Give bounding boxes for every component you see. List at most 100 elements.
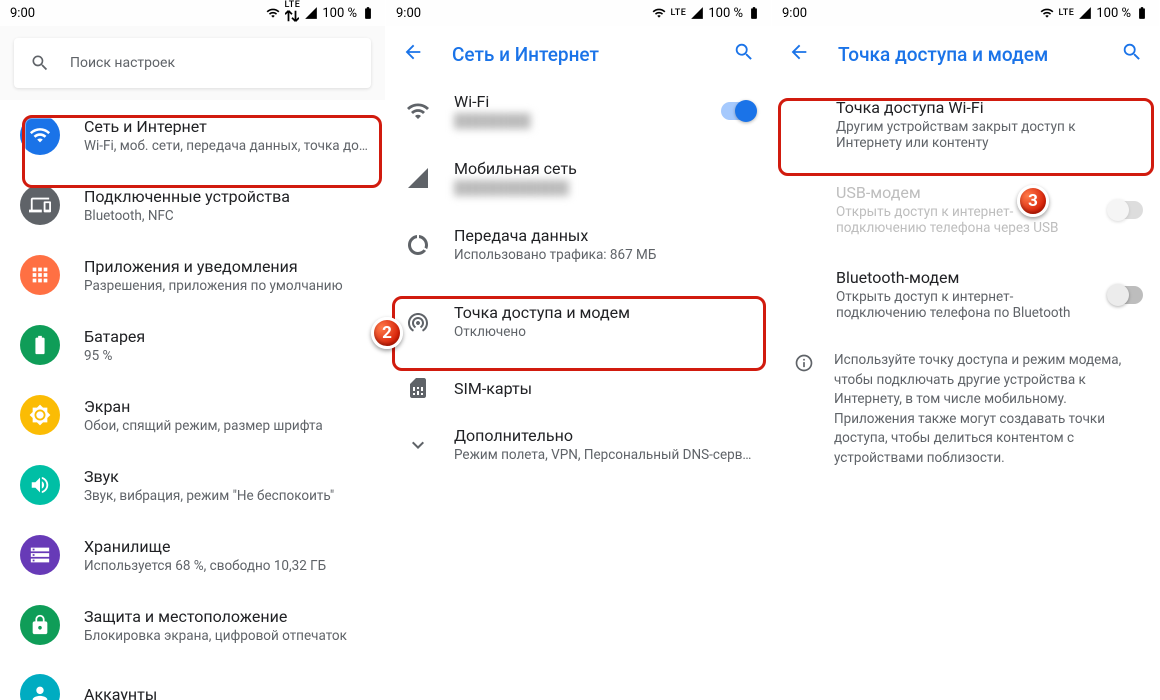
bt-toggle[interactable]: [1109, 286, 1143, 304]
sound-icon: [29, 474, 51, 496]
row-title: Bluetooth-модем: [836, 268, 1085, 287]
row-sub: 95 %: [84, 348, 369, 364]
signal-icon: [406, 166, 430, 190]
row-sub: Отключено: [454, 324, 755, 340]
row-title: Передача данных: [454, 226, 755, 245]
row-sub: Использовано трафика: 867 МБ: [454, 247, 755, 263]
row-storage[interactable]: ХранилищеИспользуется 68 %, свободно 10,…: [0, 520, 385, 590]
row-title: Мобильная сеть: [454, 159, 755, 178]
row-accounts[interactable]: Аккаунты: [0, 660, 385, 700]
battery-icon: [361, 6, 375, 20]
status-icons: LTE 100 %: [652, 6, 761, 21]
tip-row: Используйте точку доступа и режим модема…: [772, 337, 1159, 482]
row-title: Экран: [84, 397, 369, 416]
row-mobile[interactable]: Мобильная сеть ████████████: [386, 149, 771, 216]
row-hotspot[interactable]: Точка доступа и модем Отключено: [386, 283, 771, 360]
row-battery[interactable]: Батарея95 %: [0, 310, 385, 380]
row-sub: Bluetooth, NFC: [84, 208, 369, 224]
row-title: Звук: [84, 467, 369, 486]
clock: 9:00: [396, 6, 421, 21]
network-screen: 9:00 LTE 100 % Сеть и Интернет Wi-Fi ████…: [386, 0, 772, 700]
search-icon: [30, 53, 50, 73]
row-title: Wi-Fi: [454, 92, 697, 111]
settings-list: Сеть и Интернет Wi-Fi, моб. сети, передач…: [0, 100, 385, 700]
storage-icon: [29, 544, 51, 566]
account-icon: [29, 683, 51, 700]
row-usb-tethering: USB-модем Открыть доступ к интернет-подк…: [772, 167, 1159, 252]
status-icons: LTE 100 %: [1040, 6, 1149, 21]
page-header: Точка доступа и модем: [772, 26, 1159, 82]
row-apps[interactable]: Приложения и уведомления Разрешения, прил…: [0, 240, 385, 310]
tip-text: Используйте точку доступа и режим модема…: [834, 351, 1137, 468]
page-header: Сеть и Интернет: [386, 26, 771, 82]
row-sub: ████████████: [454, 180, 755, 196]
wifi-icon: [266, 6, 280, 20]
row-title: Приложения и уведомления: [84, 257, 369, 276]
row-advanced[interactable]: Дополнительно Режим полета, VPN, Персонал…: [386, 416, 771, 473]
battery-pct: 100 %: [1096, 6, 1131, 21]
page-title: Точка доступа и модем: [838, 43, 1093, 66]
usb-toggle: [1109, 201, 1143, 219]
row-title: Точка доступа Wi-Fi: [836, 98, 1143, 117]
wifi-toggle[interactable]: [721, 102, 755, 120]
row-title: Точка доступа и модем: [454, 303, 755, 322]
row-sub: Открыть доступ к интернет-подключению те…: [836, 204, 1085, 236]
status-icons: LTE 100 %: [266, 1, 375, 25]
battery-pct: 100 %: [708, 6, 743, 21]
row-title: Защита и местоположение: [84, 607, 369, 626]
row-title: Аккаунты: [84, 685, 369, 700]
search-settings[interactable]: Поиск настроек: [14, 38, 371, 88]
row-sound[interactable]: ЗвукЗвук, вибрация, режим "Не беспокоить…: [0, 450, 385, 520]
row-title: Подключенные устройства: [84, 187, 369, 206]
settings-main-screen: 9:00 LTE 100 % Поиск настроек Сеть и Инт…: [0, 0, 386, 700]
battery-icon: [1135, 6, 1149, 20]
lte-label: LTE: [670, 8, 686, 18]
row-security[interactable]: Защита и местоположениеБлокировка экрана…: [0, 590, 385, 660]
battery-icon: [747, 6, 761, 20]
row-title: Сеть и Интернет: [84, 117, 369, 136]
row-sub: Режим полета, VPN, Персональный DNS-серв…: [454, 447, 755, 463]
battery-icon: [29, 334, 51, 356]
lock-icon: [29, 614, 51, 636]
row-title: USB-модем: [836, 183, 1085, 202]
row-display[interactable]: Экран Обои, спящий режим, размер шрифта: [0, 380, 385, 450]
wifi-icon: [1040, 6, 1054, 20]
wifi-icon: [652, 6, 666, 20]
row-sub: Используется 68 %, свободно 10,32 ГБ: [84, 558, 369, 574]
row-devices[interactable]: Подключенные устройства Bluetooth, NFC: [0, 170, 385, 240]
row-sub: Разрешения, приложения по умолчанию: [84, 278, 369, 294]
tethering-list: Точка доступа Wi-Fi Другим устройствам з…: [772, 82, 1159, 700]
page-title: Сеть и Интернет: [452, 43, 705, 66]
row-title: Дополнительно: [454, 426, 755, 445]
apps-icon: [29, 264, 51, 286]
row-bt-tethering[interactable]: Bluetooth-модем Открыть доступ к интерне…: [772, 252, 1159, 337]
signal-icon: [690, 6, 704, 20]
status-bar: 9:00 LTE 100 %: [0, 0, 385, 26]
hotspot-icon: [406, 310, 430, 334]
search-placeholder: Поиск настроек: [70, 55, 175, 71]
signal-icon: [304, 6, 318, 20]
row-wifi-hotspot[interactable]: Точка доступа Wi-Fi Другим устройствам з…: [772, 82, 1159, 167]
back-button[interactable]: [402, 41, 424, 67]
row-sub: Открыть доступ к интернет-подключению те…: [836, 289, 1085, 321]
row-network[interactable]: Сеть и Интернет Wi-Fi, моб. сети, передач…: [0, 100, 385, 170]
back-button[interactable]: [788, 41, 810, 67]
search-button[interactable]: [1121, 41, 1143, 67]
row-sub: Wi-Fi, моб. сети, передача данных, точка…: [84, 138, 369, 154]
row-title: SIM-карты: [454, 379, 755, 398]
row-wifi[interactable]: Wi-Fi ████████: [386, 82, 771, 149]
row-sub: ████████: [454, 113, 697, 129]
row-sim[interactable]: SIM-карты: [386, 360, 771, 416]
status-bar: 9:00 LTE 100 %: [386, 0, 771, 26]
lte-label: LTE: [1058, 8, 1074, 18]
signal-icon: [1078, 6, 1092, 20]
info-icon: [794, 353, 814, 373]
wifi-icon: [29, 124, 51, 146]
battery-pct: 100 %: [322, 6, 357, 21]
search-button[interactable]: [733, 41, 755, 67]
row-data-usage[interactable]: Передача данных Использовано трафика: 867…: [386, 216, 771, 283]
network-list: Wi-Fi ████████ Мобильная сеть ████████████…: [386, 82, 771, 700]
sim-icon: [406, 376, 430, 400]
clock: 9:00: [10, 6, 35, 21]
row-sub: Обои, спящий режим, размер шрифта: [84, 418, 369, 434]
